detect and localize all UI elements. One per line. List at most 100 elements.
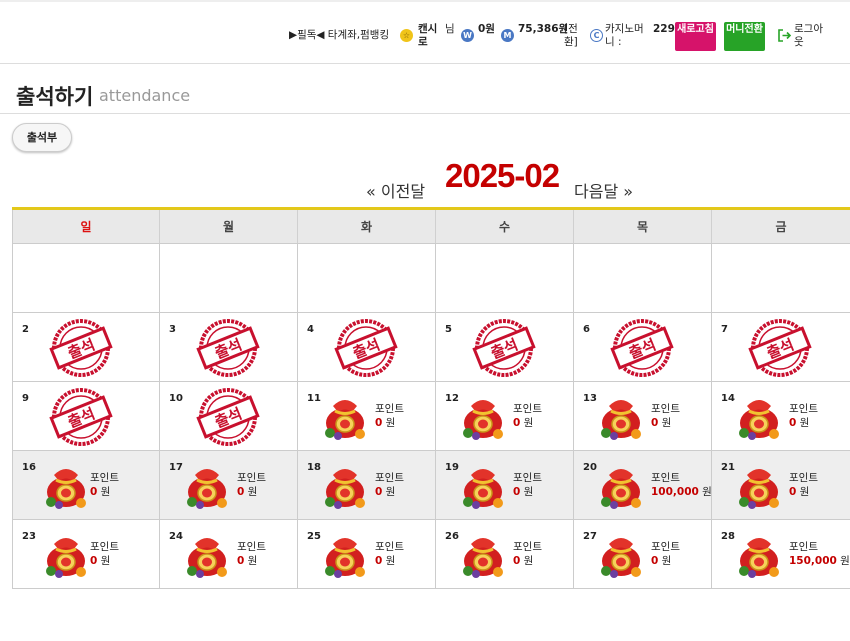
point-amount: 0: [651, 555, 659, 567]
lucky-pouch-icon: [42, 530, 90, 582]
user-badge-icon: ☆: [400, 29, 413, 42]
day-number: 23: [22, 531, 36, 542]
calendar-day-cell: 12 포인트 0 원: [435, 382, 573, 450]
point-label: 포인트: [237, 472, 266, 484]
point-value: 0 원: [237, 553, 257, 568]
calendar-cell-empty: [573, 244, 711, 312]
lucky-pouch-icon: [735, 461, 783, 513]
calendar-day-cell: 16 포인트 0 원: [12, 451, 159, 519]
point-value: 0 원: [513, 415, 533, 430]
logout-link[interactable]: 로그아웃: [794, 23, 824, 49]
point-label: 포인트: [90, 541, 119, 553]
point-amount: 0: [651, 417, 659, 429]
calendar-week-row: [12, 244, 850, 313]
notice-link[interactable]: ▶필독◀ 타계좌,펌뱅킹: [289, 29, 389, 42]
lucky-pouch-icon: [597, 530, 645, 582]
money-convert-link[interactable]: [전환]: [564, 23, 578, 49]
calendar-week-row: 9 출석 10 출석 11 포인트 0 원 12 포인트 0 원 13 포인트 0 원 14…: [12, 382, 850, 451]
casino-label: 카지노머니 :: [605, 23, 644, 48]
calendar-day-cell: 13 포인트 0 원: [573, 382, 711, 450]
point-unit: 원: [702, 486, 711, 498]
attendance-stamp-icon: 출석: [48, 319, 114, 381]
day-number: 4: [307, 324, 314, 335]
point-label: 포인트: [513, 472, 542, 484]
point-unit: 원: [523, 486, 534, 498]
point-unit: 원: [523, 417, 534, 429]
calendar-day-cell: 4 출석: [297, 313, 435, 381]
day-number: 24: [169, 531, 183, 542]
day-number: 9: [22, 393, 29, 404]
page-header: 출석하기 attendance: [0, 64, 850, 114]
day-number: 2: [22, 324, 29, 335]
point-label: 포인트: [375, 403, 404, 415]
day-number: 10: [169, 393, 183, 404]
point-amount: 0: [789, 417, 797, 429]
point-label: 포인트: [375, 541, 404, 553]
point-value: 0 원: [789, 484, 809, 499]
point-label: 포인트: [513, 541, 542, 553]
point-value: 150,000 원: [789, 553, 850, 568]
calendar-day-cell: 5 출석: [435, 313, 573, 381]
calendar-day-cell: 6 출석: [573, 313, 711, 381]
calendar-day-cell: 26 포인트 0 원: [435, 520, 573, 588]
day-number: 14: [721, 393, 735, 404]
prev-month-link[interactable]: « 이전달: [366, 178, 425, 202]
day-number: 6: [583, 324, 590, 335]
next-month-link[interactable]: 다음달 »: [574, 178, 633, 202]
point-unit: 원: [799, 417, 810, 429]
money-convert-button[interactable]: 머니전환: [724, 22, 765, 51]
day-number: 25: [307, 531, 321, 542]
lucky-pouch-icon: [321, 530, 369, 582]
weekday-thu: 목: [573, 210, 711, 243]
day-number: 28: [721, 531, 735, 542]
point-amount: 0: [375, 417, 383, 429]
day-number: 21: [721, 462, 735, 473]
day-number: 17: [169, 462, 183, 473]
casino-icon: C: [590, 29, 603, 42]
point-label: 포인트: [513, 403, 542, 415]
weekday-mon: 월: [159, 210, 297, 243]
point-label: 포인트: [789, 472, 818, 484]
point-label: 포인트: [237, 541, 266, 553]
attendance-stamp-icon: 출석: [195, 319, 261, 381]
day-number: 7: [721, 324, 728, 335]
lucky-pouch-icon: [459, 461, 507, 513]
top-bar: ▶필독◀ 타계좌,펌뱅킹 ☆ 캔시로 님 W 0원 M 75,386원 [전환]…: [0, 0, 850, 64]
calendar-day-cell: 10 출석: [159, 382, 297, 450]
point-amount: 100,000: [651, 486, 699, 498]
calendar-day-cell: 25 포인트 0 원: [297, 520, 435, 588]
lucky-pouch-icon: [735, 530, 783, 582]
point-amount: 0: [375, 486, 383, 498]
refresh-button[interactable]: 새로고침: [675, 22, 716, 51]
point-unit: 원: [840, 555, 850, 567]
attendance-stamp-icon: 출석: [195, 388, 261, 450]
point-unit: 원: [100, 486, 111, 498]
lucky-pouch-icon: [183, 530, 231, 582]
calendar-day-cell: 21 포인트 0 원: [711, 451, 850, 519]
calendar-week-row: 2 출석 3 출석 4 출석 5 출석 6 출석 7 출석: [12, 313, 850, 382]
point-label: 포인트: [90, 472, 119, 484]
point-value: 0 원: [375, 415, 395, 430]
attendance-book-button[interactable]: 출석부: [12, 123, 72, 152]
day-number: 11: [307, 393, 321, 404]
attendance-stamp-icon: 출석: [609, 319, 675, 381]
point-value: 0 원: [651, 553, 671, 568]
point-amount: 0: [513, 417, 521, 429]
calendar-day-cell: 28 포인트 150,000 원: [711, 520, 850, 588]
calendar-day-cell: 14 포인트 0 원: [711, 382, 850, 450]
wallet-value: 0원: [478, 23, 495, 35]
calendar-cell-empty: [159, 244, 297, 312]
logout-icon[interactable]: [777, 28, 792, 47]
day-number: 5: [445, 324, 452, 335]
calendar-day-cell: 2 출석: [12, 313, 159, 381]
point-unit: 원: [799, 486, 810, 498]
casino-value: 229: [653, 23, 675, 35]
lucky-pouch-icon: [597, 392, 645, 444]
point-label: 포인트: [651, 472, 680, 484]
point-label: 포인트: [789, 541, 818, 553]
point-label: 포인트: [651, 403, 680, 415]
day-number: 16: [22, 462, 36, 473]
point-unit: 원: [247, 555, 258, 567]
point-value: 0 원: [90, 553, 110, 568]
calendar-day-cell: 27 포인트 0 원: [573, 520, 711, 588]
